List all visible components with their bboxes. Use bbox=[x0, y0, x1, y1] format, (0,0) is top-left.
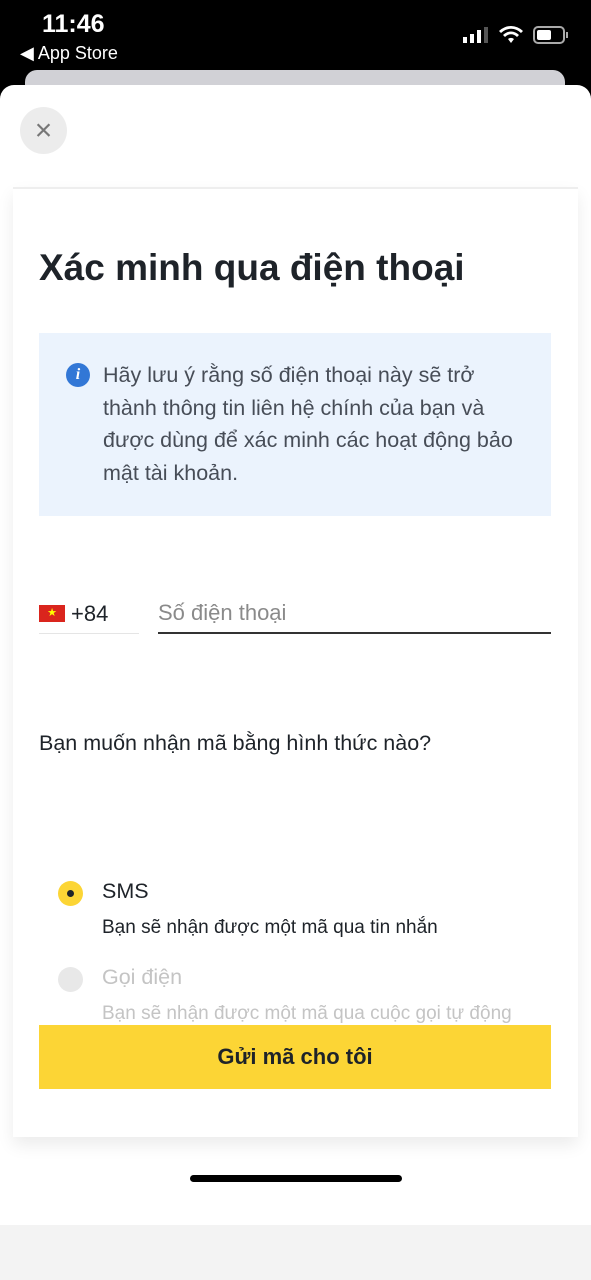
clock: 11:46 bbox=[42, 10, 105, 38]
status-icons bbox=[463, 26, 569, 44]
country-code-selector[interactable]: ★ +84 bbox=[39, 594, 139, 634]
country-code: +84 bbox=[71, 600, 109, 626]
battery-icon bbox=[533, 26, 568, 44]
phone-number-input[interactable] bbox=[158, 594, 551, 634]
option-description: Bạn sẽ nhận được một mã qua cuộc gọi tự … bbox=[102, 1003, 512, 1024]
info-notice: i Hãy lưu ý rằng số điện thoại này sẽ tr… bbox=[39, 333, 551, 516]
home-indicator[interactable] bbox=[190, 1175, 402, 1182]
wifi-icon bbox=[499, 26, 523, 43]
info-icon: i bbox=[66, 363, 90, 387]
status-bar: 11:46 ◀ App Store bbox=[0, 0, 591, 70]
modal-sheet: × Xác minh qua điện thoại i Hãy lưu ý rằ… bbox=[0, 85, 591, 1280]
radio-disabled-icon bbox=[58, 967, 83, 992]
vietnam-flag-icon: ★ bbox=[39, 605, 65, 622]
signal-icon bbox=[463, 27, 488, 43]
option-label: SMS bbox=[102, 879, 149, 903]
back-to-app-store[interactable]: ◀ App Store bbox=[20, 43, 118, 64]
close-icon: × bbox=[34, 113, 53, 147]
send-code-button[interactable]: Gửi mã cho tôi bbox=[39, 1025, 551, 1089]
radio-selected-icon[interactable] bbox=[58, 881, 83, 906]
info-text: Hãy lưu ý rằng số điện thoại này sẽ trở … bbox=[103, 363, 513, 485]
bottom-bar bbox=[0, 1225, 591, 1280]
option-description: Bạn sẽ nhận được một mã qua tin nhắn bbox=[102, 917, 438, 938]
verification-card: Xác minh qua điện thoại i Hãy lưu ý rằng… bbox=[13, 187, 578, 1137]
method-question: Bạn muốn nhận mã bằng hình thức nào? bbox=[39, 731, 432, 755]
close-button[interactable]: × bbox=[20, 107, 67, 154]
page-title: Xác minh qua điện thoại bbox=[39, 247, 465, 288]
option-label: Gọi điện bbox=[102, 965, 183, 989]
